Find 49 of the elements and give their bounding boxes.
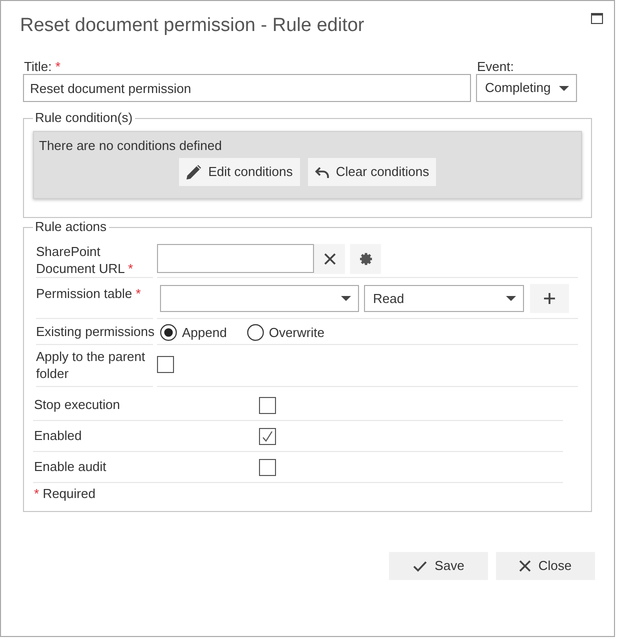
checkbox[interactable] <box>259 396 276 414</box>
close-icon <box>324 253 336 265</box>
caret-down-icon <box>559 86 569 90</box>
field-label: SharePoint Document URL <box>36 244 124 276</box>
empty-message: There are no conditions defined <box>39 138 223 154</box>
close-button[interactable]: Close <box>496 552 595 580</box>
field-label: Apply to the parent folder <box>36 348 146 382</box>
group-legend: Rule condition(s) <box>33 110 135 126</box>
radio-label[interactable]: Append <box>182 324 227 341</box>
radio-button[interactable] <box>160 324 177 341</box>
checkbox[interactable] <box>259 458 276 476</box>
window-title: Reset document permission - Rule editor <box>20 14 366 38</box>
radio-label[interactable]: Overwrite <box>268 324 324 341</box>
field-label: Existing permissions <box>36 323 153 340</box>
field-label: Event: <box>476 60 515 74</box>
checkbox[interactable] <box>259 428 276 444</box>
edit-conditions-button[interactable]: Edit conditions <box>179 158 300 186</box>
field-label: Title: <box>24 59 52 74</box>
checkmark-icon <box>262 430 273 442</box>
event-dropdown[interactable]: Completing <box>476 74 577 102</box>
checkmark-icon <box>412 560 427 572</box>
undo-icon <box>314 166 329 178</box>
radio-button[interactable] <box>246 324 264 341</box>
caret-down-icon <box>506 296 516 301</box>
close-icon <box>519 560 532 572</box>
required-mark: * <box>136 286 141 301</box>
clear-button[interactable] <box>314 244 345 274</box>
clear-conditions-button[interactable]: Clear conditions <box>308 158 436 186</box>
required-note: Required <box>42 486 96 501</box>
checkbox[interactable] <box>157 356 174 373</box>
group-legend: Rule actions <box>33 219 109 235</box>
plus-icon <box>544 293 555 304</box>
caret-down-icon <box>341 296 351 301</box>
maximize-icon[interactable] <box>591 13 603 24</box>
field-label: Stop execution <box>33 396 122 414</box>
settings-button[interactable] <box>350 244 381 274</box>
field-label: Enable audit <box>33 458 108 476</box>
required-mark: * <box>128 261 134 276</box>
title-input[interactable]: Reset document permission <box>23 74 471 102</box>
field-label: Enabled <box>33 427 83 446</box>
url-input[interactable] <box>157 244 314 273</box>
required-mark: * <box>34 486 40 501</box>
required-mark: * <box>55 59 60 74</box>
field-label: Permission table <box>36 286 132 301</box>
save-button[interactable]: Save <box>389 552 488 580</box>
settings-icon <box>360 253 372 265</box>
permission-dropdown[interactable]: Read <box>364 285 524 312</box>
pencil-icon <box>186 164 202 180</box>
add-button[interactable] <box>530 284 569 313</box>
